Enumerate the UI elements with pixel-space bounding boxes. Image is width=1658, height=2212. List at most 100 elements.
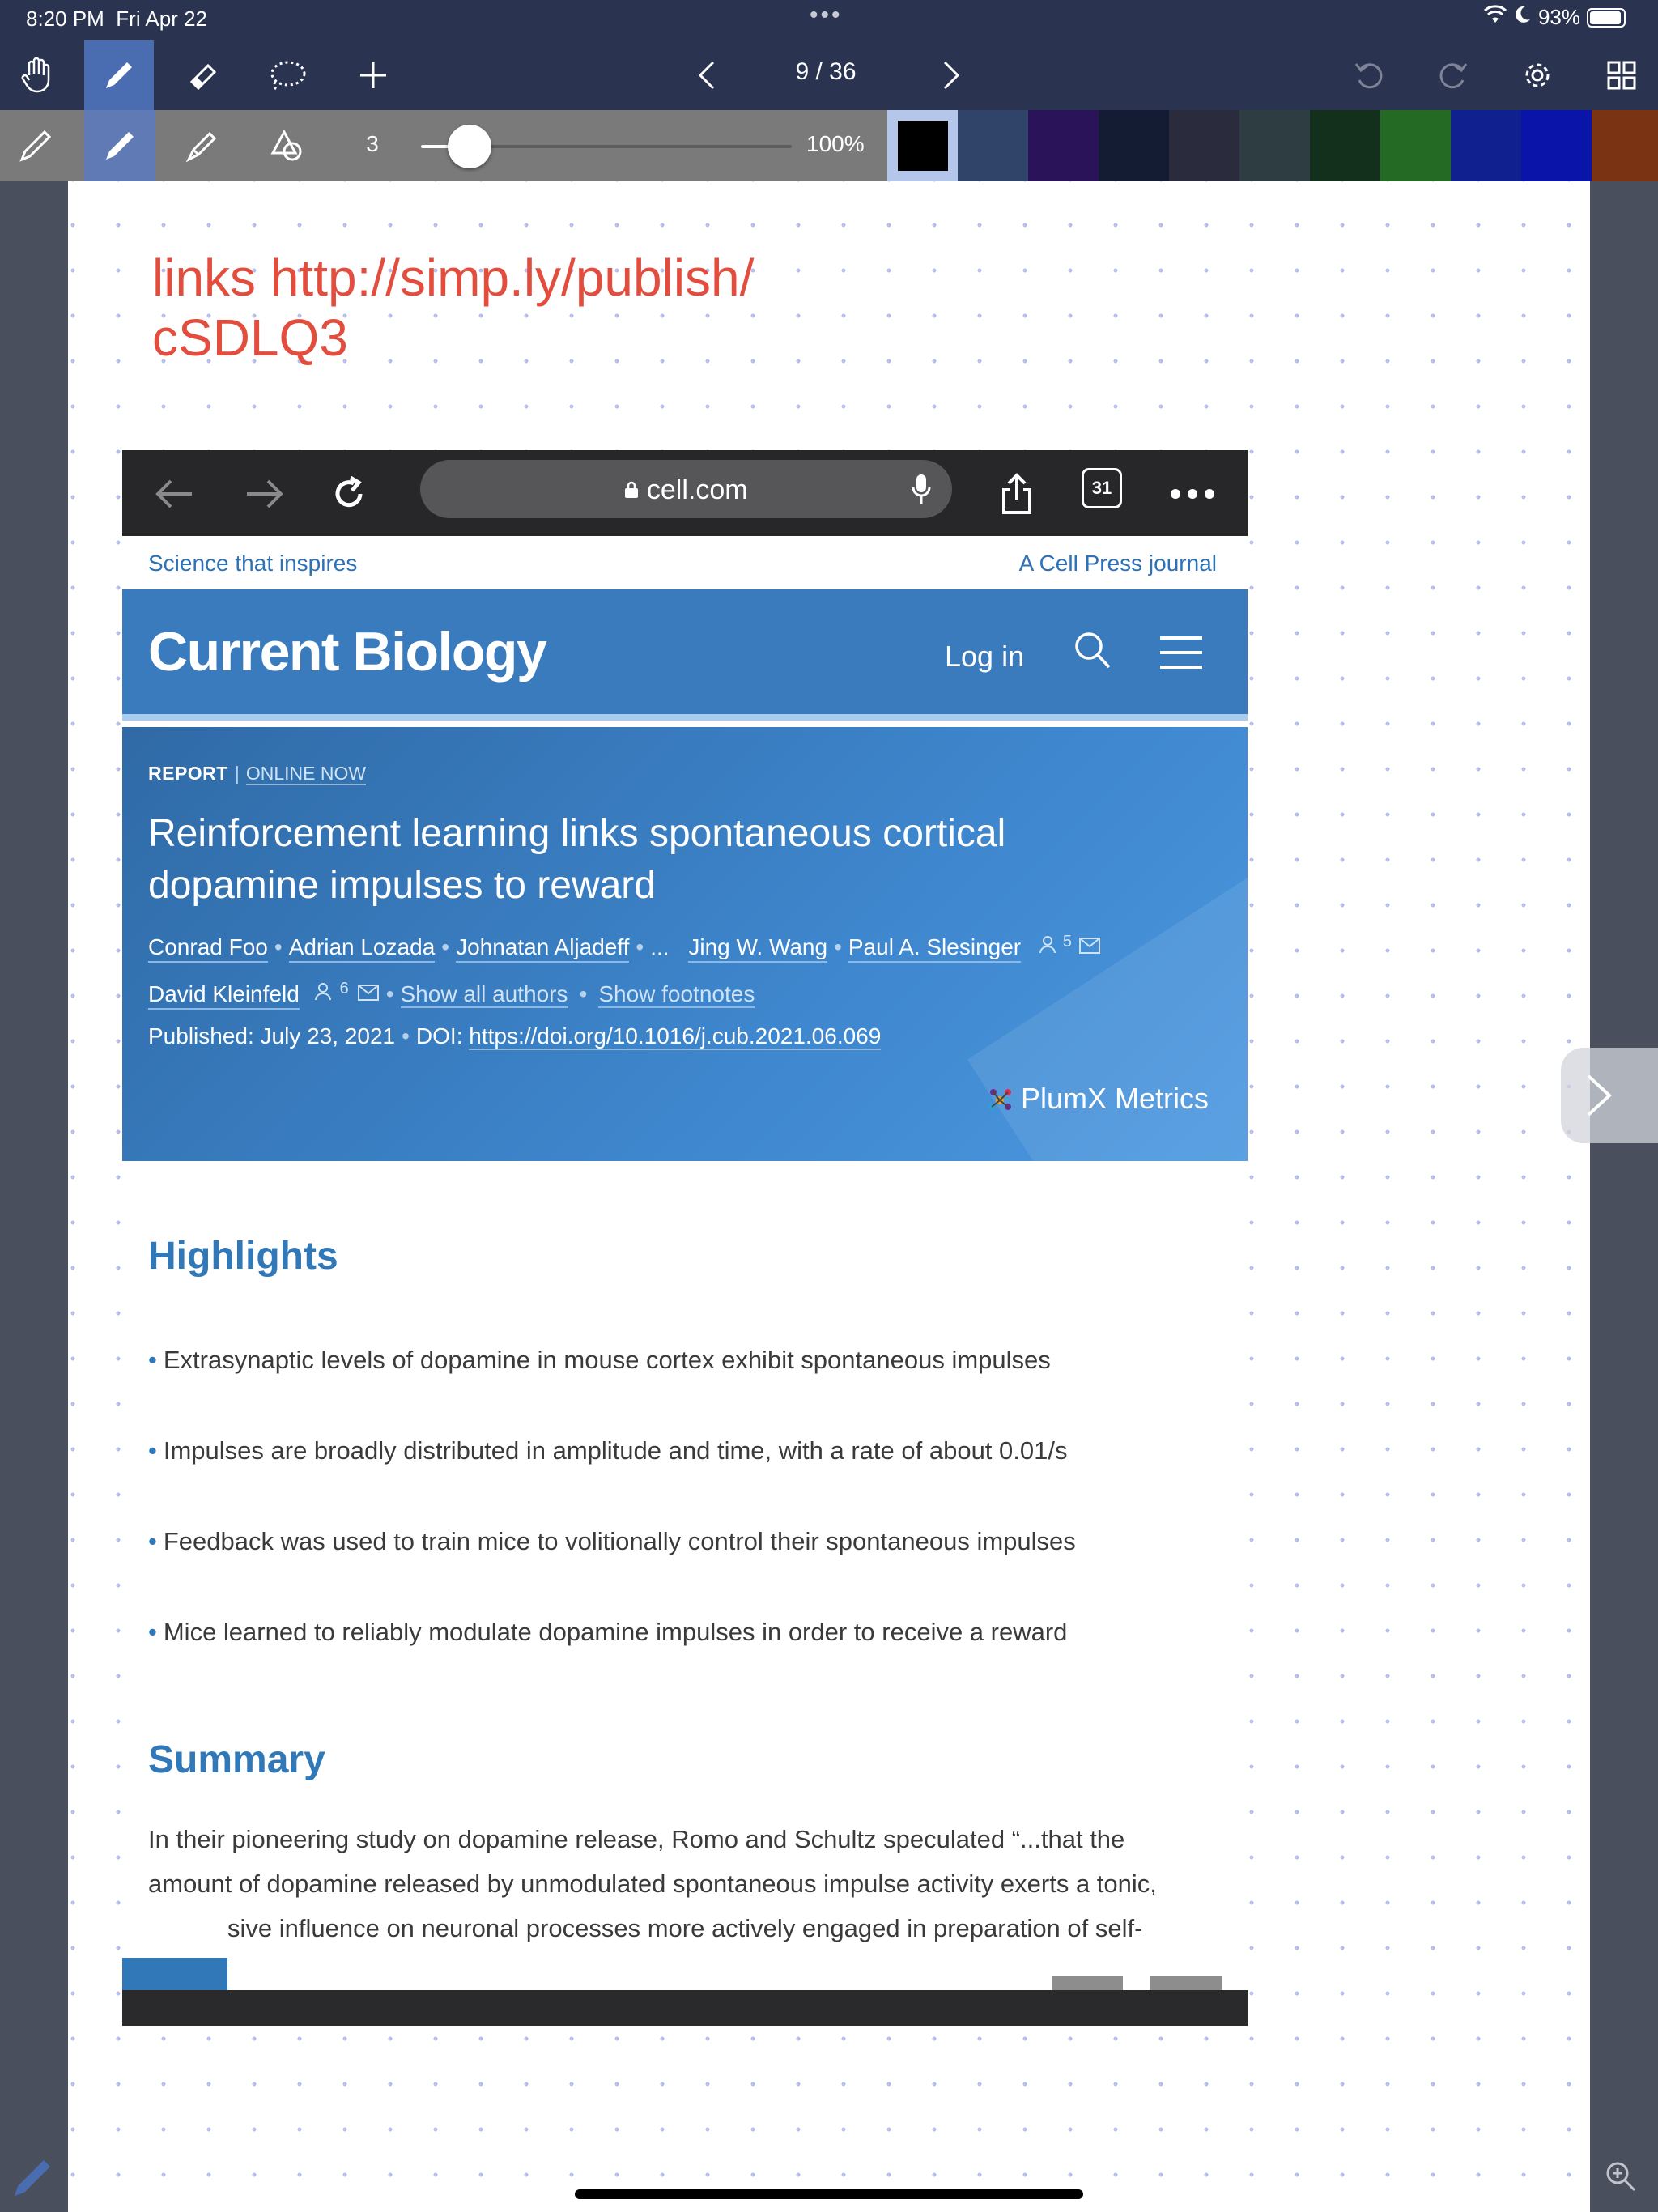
moon-icon [1514,5,1532,30]
plumx-icon [988,1089,1011,1110]
ball-pen-icon[interactable] [84,110,155,181]
search-icon [1075,632,1111,669]
undo-icon[interactable] [1334,40,1404,110]
page-grid-icon[interactable] [1587,40,1656,110]
redo-icon[interactable] [1418,40,1488,110]
lock-icon [625,481,639,498]
reload-icon [326,471,372,517]
author-name: David Kleinfeld [148,981,300,1010]
journal-name: Current Biology [148,621,547,683]
overlay-block [1052,1976,1123,1990]
doi-link: https://doi.org/10.1016/j.cub.2021.06.06… [469,1023,882,1050]
opacity-value[interactable]: 100% [806,131,876,157]
plumx-metrics: PlumX Metrics [985,1082,1209,1116]
main-toolbar: 9 / 36 [0,40,1658,110]
site-topbar: Science that inspires A Cell Press journ… [122,536,1248,589]
fountain-pen-icon[interactable] [0,110,71,181]
page-indicator[interactable]: 9 / 36 [777,58,874,86]
email-icon [1078,934,1101,959]
article-type: REPORT | ONLINE NOW [148,763,367,785]
hamburger-menu-icon [1160,636,1202,669]
shape-tool-icon[interactable] [251,110,322,181]
color-swatch[interactable] [1239,110,1310,181]
publication-info: Published: July 23, 2021 • DOI: https://do… [148,1023,882,1050]
lasso-tool-icon[interactable] [253,40,322,110]
pen-toolbar: 3 100% [0,110,1658,181]
add-icon[interactable] [338,40,408,110]
author-affiliation: 6 [339,980,349,998]
notebook-page[interactable]: links http://simp.ly/publish/ cSDLQ3 cel… [68,181,1590,2212]
overlay-block [1150,1976,1222,1990]
color-swatch[interactable] [1099,110,1169,181]
handwritten-note: links http://simp.ly/publish/ cSDLQ3 [152,249,755,367]
login-link: Log in [945,640,1025,673]
status-time: 8:20 PM Fri Apr 22 [26,6,207,31]
wifi-icon [1483,5,1507,30]
person-icon [1039,934,1056,959]
pencil-corner-icon[interactable] [8,2154,57,2206]
overlay-tab [122,1958,227,1990]
highlights-heading: Highlights [148,1235,338,1278]
browser-bottom-bar [122,1990,1248,2026]
author-name: Jing W. Wang [688,934,828,963]
color-swatch[interactable] [1169,110,1239,181]
next-page-icon[interactable] [916,40,986,110]
color-swatch[interactable] [1521,110,1592,181]
url-text: cell.com [646,474,748,505]
slider-fill [421,145,451,148]
hand-tool-icon[interactable] [2,40,71,110]
article-title: Reinforcement learning links spontaneous… [148,812,1006,907]
selected-color [897,121,948,171]
forward-arrow-icon [242,471,287,517]
color-swatch[interactable] [1380,110,1451,181]
email-icon [357,981,380,1006]
color-swatch[interactable] [1028,110,1099,181]
back-arrow-icon [151,471,197,517]
color-swatch[interactable] [958,110,1028,181]
color-swatch[interactable] [887,110,958,181]
next-page-chevron-icon[interactable] [1561,1048,1658,1143]
url-bar: cell.com [420,460,952,518]
show-all-authors-link: Show all authors [400,981,568,1009]
eraser-tool-icon[interactable] [168,40,238,110]
settings-gear-icon[interactable] [1503,40,1572,110]
article-banner: REPORT | ONLINE NOW Reinforcement learning… [122,727,1248,1161]
author-name: Johnatan Aljadeff [456,934,630,963]
slider-thumb[interactable] [447,125,491,168]
author-name: Conrad Foo [148,934,268,963]
color-swatch[interactable] [1310,110,1380,181]
status-bar: 8:20 PM Fri Apr 22 ••• 93% [0,0,1658,40]
highlight-item: • Feedback was used to train mice to voli… [148,1527,1076,1555]
color-swatch[interactable] [1451,110,1521,181]
color-swatch[interactable] [1592,110,1658,181]
summary-text: In their pioneering study on dopamine re… [148,1825,1157,1942]
tabs-count: 31 [1082,468,1122,508]
author-list: David Kleinfeld 6 • Show all authors • Show … [148,980,755,1010]
author-list: Conrad Foo • Adrian Lozada • Johnatan Aljade… [148,933,1101,963]
authors-ellipsis: ... [650,934,670,960]
pasted-screenshot[interactable]: cell.com 31 Science that inspires A Cell… [122,450,1248,2026]
browser-toolbar: cell.com 31 [122,450,1248,536]
summary-heading: Summary [148,1738,325,1781]
author-name: Paul A. Slesinger [848,934,1022,963]
person-icon [314,981,332,1006]
show-footnotes-link: Show footnotes [598,981,755,1009]
stroke-width-value: 3 [366,131,379,156]
journal-header: Current Biology Log in [122,589,1248,721]
battery-percent: 93% [1537,5,1580,29]
highlight-item: • Extrasynaptic levels of dopamine in mou… [148,1346,1051,1374]
multitasking-dots-icon[interactable]: ••• [810,2,843,29]
zoom-icon[interactable] [1605,2160,1637,2197]
author-name: Adrian Lozada [288,934,436,963]
highlighter-icon[interactable] [167,110,238,181]
home-indicator [575,2189,1083,2199]
more-menu-icon [1170,471,1215,517]
highlight-item: • Mice learned to reliably modulate dopam… [148,1618,1068,1646]
previous-page-icon[interactable] [672,40,742,110]
battery-icon [1587,7,1626,28]
share-icon [994,471,1039,517]
site-tagline: Science that inspires [148,551,358,576]
highlight-item: • Impulses are broadly distributed in amp… [148,1436,1068,1465]
pen-tool-icon[interactable] [84,40,154,110]
cell-press-link: A Cell Press journal [1018,551,1217,576]
